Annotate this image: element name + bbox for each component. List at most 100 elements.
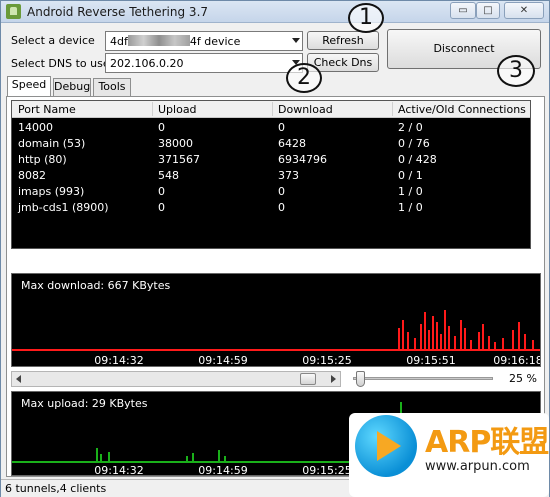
traffic-bar [108, 452, 110, 462]
table-cell: 2 / 0 [398, 121, 423, 134]
table-cell: 0 [158, 121, 165, 134]
traffic-bar [192, 453, 194, 462]
column-header[interactable]: Port Name [18, 103, 76, 116]
traffic-bar [502, 338, 504, 350]
time-label: 09:15:25 [302, 464, 351, 475]
traffic-bar [414, 338, 416, 350]
traffic-bar [482, 324, 484, 350]
chevron-down-icon [292, 38, 300, 43]
traffic-bar [432, 316, 434, 350]
table-cell: 371567 [158, 153, 200, 166]
time-label: 09:14:32 [94, 354, 143, 366]
table-cell: 38000 [158, 137, 193, 150]
status-text: 6 tunnels,4 clients [5, 482, 107, 495]
timeline-scrollbar[interactable] [11, 371, 341, 387]
traffic-bar [488, 336, 490, 350]
scroll-right-icon[interactable] [331, 375, 336, 383]
table-cell: 0 / 76 [398, 137, 430, 150]
watermark: ARP联盟 www.arpun.com [349, 413, 549, 497]
zoom-value: 25 % [509, 372, 537, 385]
traffic-bar [420, 324, 422, 350]
traffic-bar [436, 322, 438, 350]
table-cell: 0 [278, 121, 285, 134]
time-label: 09:16:18 [493, 354, 540, 366]
table-cell: 1 / 0 [398, 201, 423, 214]
traffic-bar [494, 342, 496, 350]
refresh-button[interactable]: Refresh [307, 31, 379, 50]
dns-label: Select DNS to use [11, 57, 110, 70]
scroll-left-icon[interactable] [16, 375, 21, 383]
traffic-bar [470, 340, 472, 350]
download-chart-title: Max download: 667 KBytes [21, 279, 171, 292]
traffic-bar [424, 312, 426, 350]
table-cell: 8082 [18, 169, 46, 182]
table-cell: 0 [158, 201, 165, 214]
traffic-bar [186, 456, 188, 462]
dns-select[interactable]: 202.106.0.20 [105, 53, 303, 73]
time-label: 09:15:51 [406, 354, 455, 366]
dns-value: 202.106.0.20 [110, 57, 184, 70]
time-label: 09:14:32 [94, 464, 143, 475]
watermark-url: www.arpun.com [425, 459, 530, 474]
traffic-bar [478, 332, 480, 350]
traffic-bar [407, 332, 409, 350]
traffic-bar [532, 340, 534, 350]
play-logo-icon [355, 415, 417, 477]
traffic-bar [96, 448, 98, 462]
redacted-serial [127, 35, 190, 46]
tab-debug[interactable]: Debug [53, 78, 91, 96]
traffic-bar [512, 330, 514, 350]
android-app-icon [6, 4, 21, 19]
download-chart: 09:14:32 09:14:59 09:15:25 09:15:51 09:16:18… [11, 273, 541, 367]
device-value: 4df 4f device [110, 35, 241, 48]
close-button[interactable]: ✕ [504, 2, 544, 19]
traffic-bar [448, 326, 450, 350]
callout-1: 1 [348, 3, 384, 33]
traffic-bar [402, 320, 404, 350]
app-window: Android Reverse Tethering 3.7 ▭ □ ✕ Sele… [0, 0, 550, 497]
traffic-bar [224, 456, 226, 462]
table-cell: jmb-cds1 (8900) [18, 201, 109, 214]
callout-3: 3 [497, 55, 535, 87]
device-label: Select a device [11, 34, 95, 47]
watermark-brand: ARP联盟 [425, 425, 549, 460]
column-header[interactable]: Active/Old Connections [398, 103, 526, 116]
table-cell: 6934796 [278, 153, 327, 166]
column-header[interactable]: Download [278, 103, 333, 116]
time-label: 09:14:59 [198, 354, 247, 366]
table-cell: 373 [278, 169, 299, 182]
tab-speed[interactable]: Speed [7, 76, 51, 97]
table-header: Port Name Upload Download Active/Old Con… [12, 101, 530, 118]
zoom-slider-track[interactable] [353, 377, 493, 380]
table-cell: 548 [158, 169, 179, 182]
scrollbar-thumb[interactable] [300, 373, 316, 385]
table-row[interactable]: domain (53) 38000 6428 0 / 76 [12, 137, 530, 153]
timeline-controls: 25 % [11, 370, 541, 388]
table-row[interactable]: 14000 0 0 2 / 0 [12, 121, 530, 137]
table-row[interactable]: 8082 548 373 0 / 1 [12, 169, 530, 185]
tab-tools[interactable]: Tools [93, 78, 131, 96]
traffic-bar [100, 454, 102, 462]
maximize-button[interactable]: □ [476, 2, 500, 19]
window-title: Android Reverse Tethering 3.7 [27, 5, 209, 19]
device-select[interactable]: 4df 4f device [105, 31, 303, 51]
minimize-button[interactable]: ▭ [450, 2, 476, 19]
column-header[interactable]: Upload [158, 103, 197, 116]
traffic-bar [460, 320, 462, 350]
traffic-bar [444, 310, 446, 350]
traffic-bar [218, 450, 220, 462]
table-cell: 1 / 0 [398, 185, 423, 198]
table-cell: 0 [158, 185, 165, 198]
table-cell: http (80) [18, 153, 67, 166]
table-cell: 0 [278, 201, 285, 214]
table-cell: 0 / 1 [398, 169, 423, 182]
traffic-bar [440, 334, 442, 350]
table-row[interactable]: imaps (993) 0 0 1 / 0 [12, 185, 530, 201]
traffic-bar [428, 330, 430, 350]
table-row[interactable]: jmb-cds1 (8900) 0 0 1 / 0 [12, 201, 530, 217]
zoom-slider-thumb[interactable] [355, 371, 365, 387]
table-row[interactable]: http (80) 371567 6934796 0 / 428 [12, 153, 530, 169]
connections-table[interactable]: Port Name Upload Download Active/Old Con… [11, 100, 531, 249]
traffic-bar [398, 328, 400, 350]
table-cell: 0 [278, 185, 285, 198]
